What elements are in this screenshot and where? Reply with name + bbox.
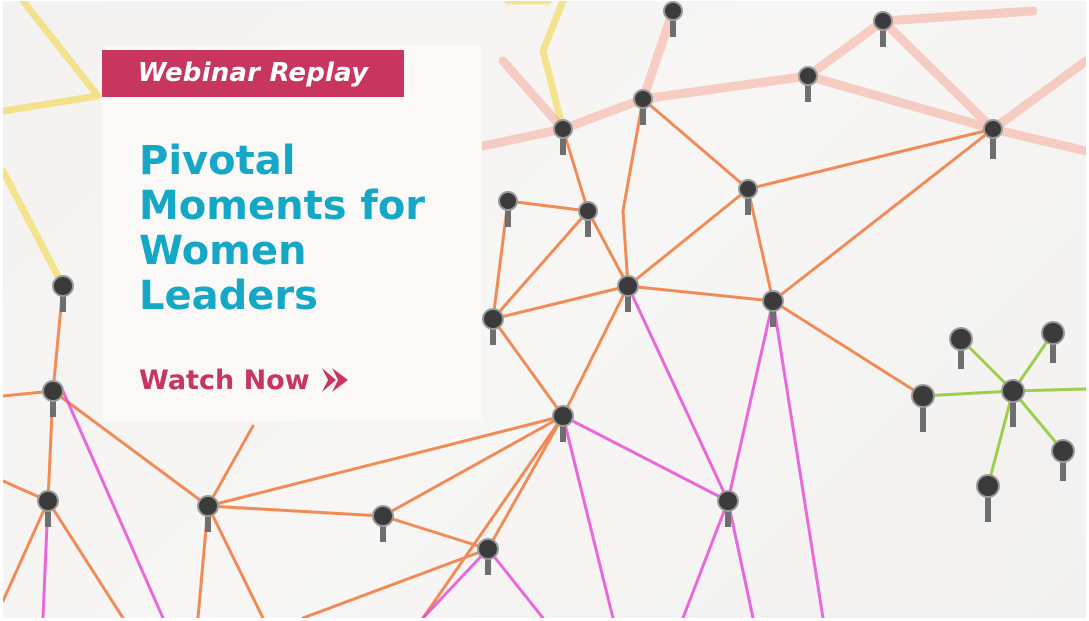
webinar-replay-badge: Webinar Replay <box>102 50 404 97</box>
title-line: Moments for <box>139 183 426 229</box>
title-line: Women <box>139 228 307 274</box>
webinar-banner[interactable]: Webinar Replay Pivotal Moments for Women… <box>3 1 1086 618</box>
webinar-title: Pivotal Moments for Women Leaders <box>139 139 469 319</box>
title-line: Pivotal <box>139 138 296 184</box>
title-line: Leaders <box>139 273 318 319</box>
play-arrow-icon <box>321 368 348 392</box>
promo-card: Webinar Replay Pivotal Moments for Women… <box>102 46 482 422</box>
watch-now-link[interactable]: Watch Now <box>139 360 350 400</box>
watch-now-label: Watch Now <box>139 364 310 396</box>
